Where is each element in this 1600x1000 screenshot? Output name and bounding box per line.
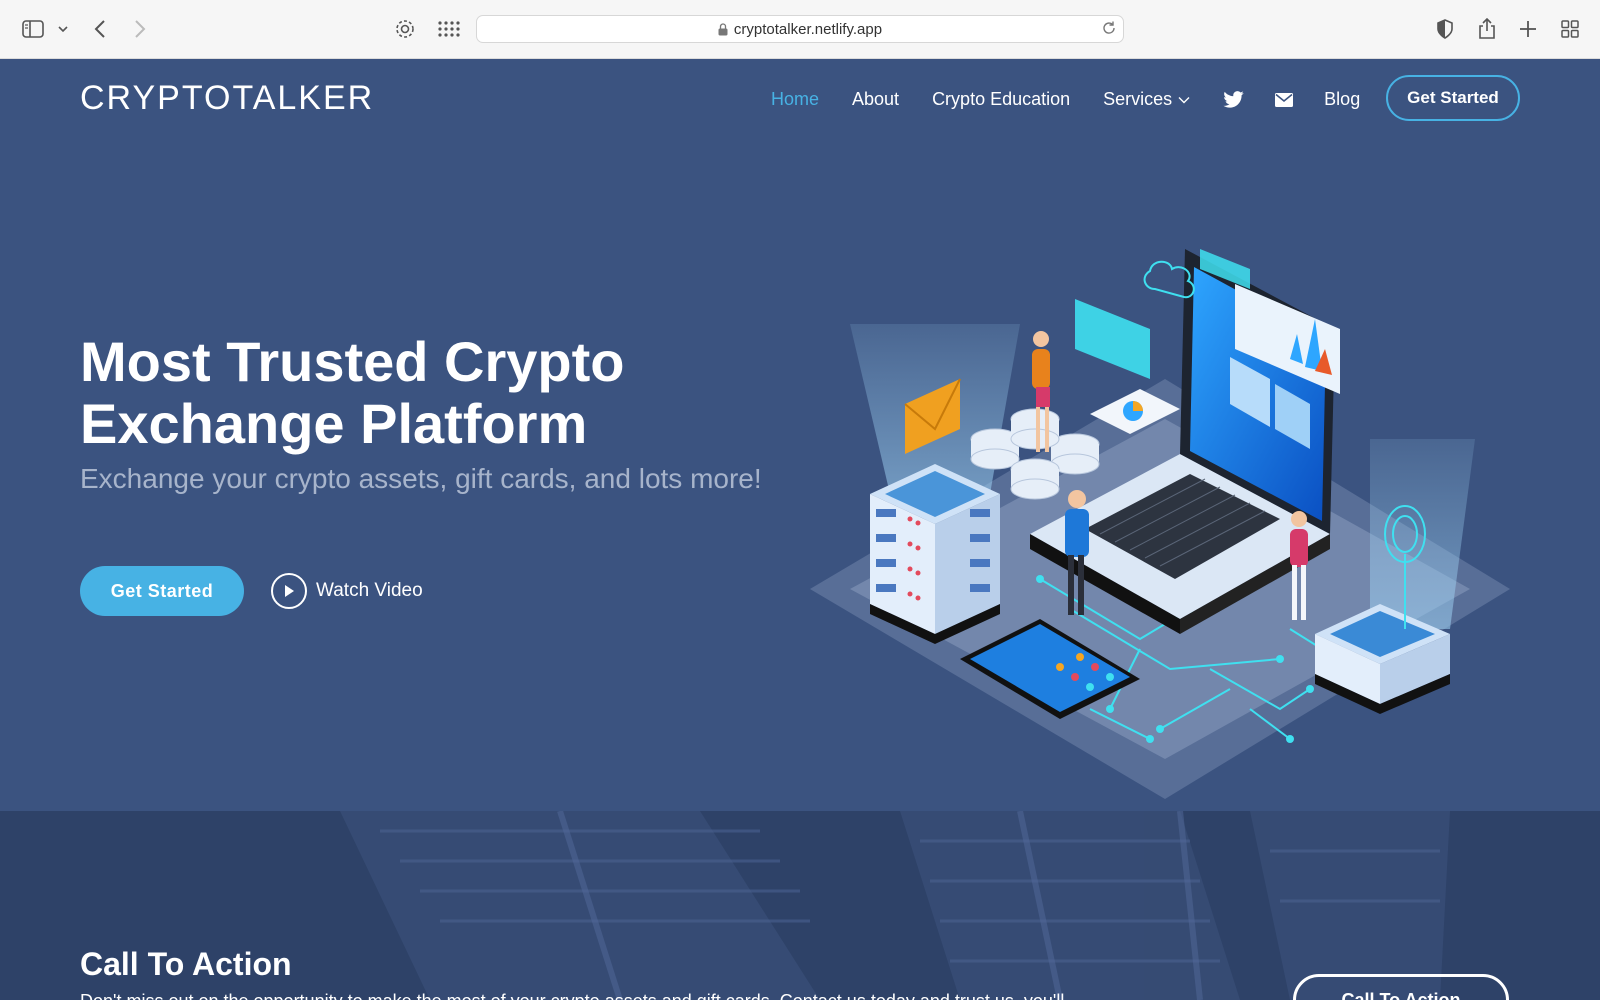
- nav-blog[interactable]: Blog: [1324, 89, 1360, 110]
- chevron-down-icon[interactable]: [58, 14, 68, 44]
- url-text: cryptotalker.netlify.app: [733, 20, 883, 38]
- hero-illustration: [810, 249, 1510, 799]
- hero-subtitle: Exchange your crypto assets, gift cards,…: [80, 463, 762, 494]
- nav-crypto-education[interactable]: Crypto Education: [932, 89, 1070, 110]
- tabs-overview-icon[interactable]: [1561, 14, 1579, 44]
- reload-icon[interactable]: [1101, 20, 1117, 36]
- nav-about[interactable]: About: [852, 89, 899, 110]
- watch-video-button[interactable]: Watch Video: [271, 573, 423, 609]
- nav-home[interactable]: Home: [771, 89, 819, 110]
- play-icon: [271, 573, 307, 609]
- site-logo[interactable]: CRYPTOTALKER: [80, 79, 374, 118]
- cta-section: Call To Action Don't miss out on the opp…: [0, 811, 1600, 1000]
- browser-toolbar: cryptotalker.netlify.app: [0, 0, 1600, 59]
- nav-services[interactable]: Services: [1103, 89, 1190, 110]
- address-bar[interactable]: cryptotalker.netlify.app: [476, 15, 1124, 43]
- envelope-icon[interactable]: [1275, 92, 1294, 107]
- header-get-started-button[interactable]: Get Started: [1386, 75, 1520, 121]
- lock-icon: [718, 22, 728, 36]
- nav-services-label: Services: [1103, 89, 1173, 109]
- plus-icon[interactable]: [1519, 14, 1537, 44]
- twitter-icon[interactable]: [1223, 91, 1244, 108]
- hero-title: Most Trusted Crypto Exchange Platform: [80, 330, 625, 455]
- watch-video-label: Watch Video: [316, 580, 423, 601]
- gear-icon[interactable]: [394, 14, 416, 44]
- main-nav: Home About Crypto Education Services Blo…: [771, 89, 1393, 110]
- cta-text: Don't miss out on the opportunity to mak…: [80, 991, 1064, 1000]
- cta-title: Call To Action: [80, 946, 292, 982]
- grid-icon[interactable]: [438, 14, 460, 44]
- shield-icon[interactable]: [1436, 14, 1454, 44]
- call-to-action-button[interactable]: Call To Action: [1293, 974, 1509, 1000]
- share-icon[interactable]: [1478, 14, 1496, 44]
- chevron-down-icon: [1178, 96, 1190, 103]
- back-icon[interactable]: [94, 14, 106, 44]
- forward-icon[interactable]: [134, 14, 146, 44]
- sidebar-icon[interactable]: [22, 14, 44, 44]
- hero-get-started-button[interactable]: Get Started: [80, 566, 244, 616]
- hero-section: CRYPTOTALKER Home About Crypto Education…: [0, 59, 1600, 811]
